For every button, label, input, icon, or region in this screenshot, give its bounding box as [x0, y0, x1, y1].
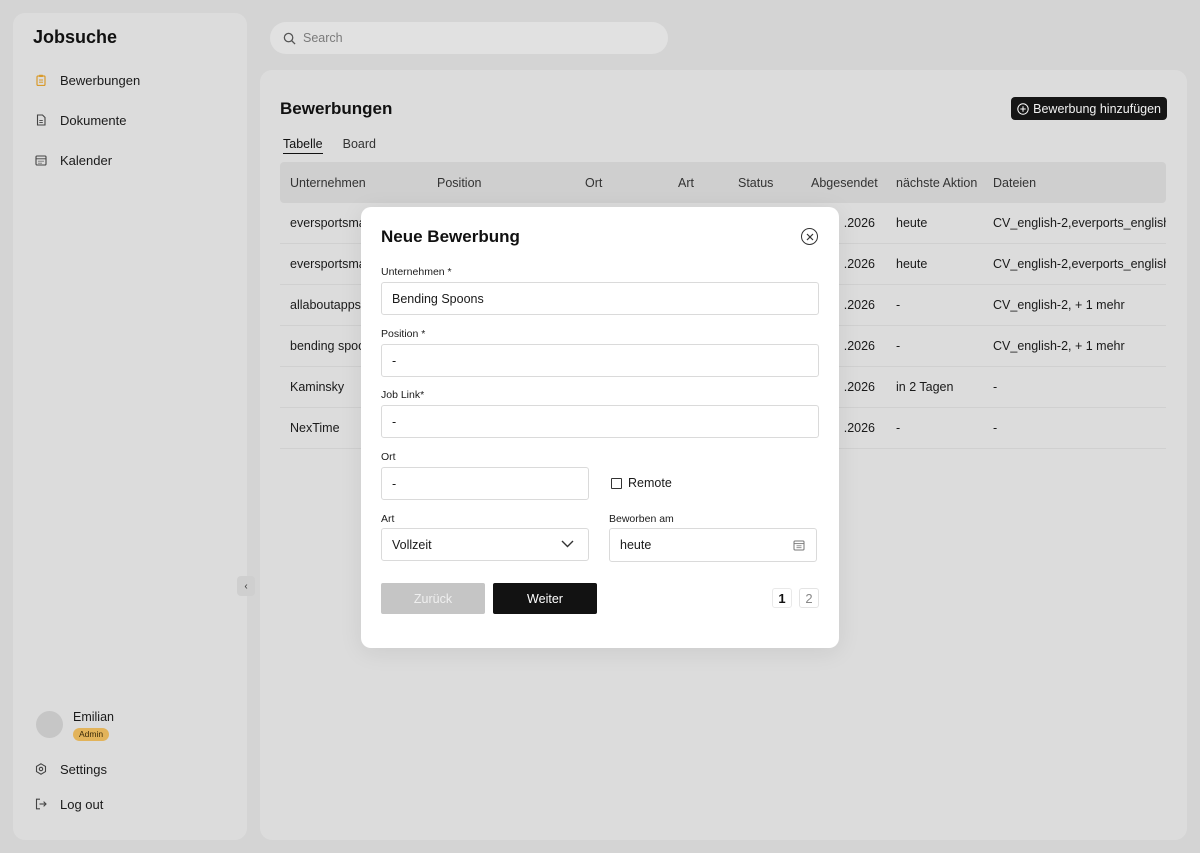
modal-title: Neue Bewerbung — [381, 227, 520, 246]
close-icon — [806, 233, 813, 240]
beworben-am-field[interactable] — [609, 528, 817, 562]
beworben-am-input[interactable] — [620, 538, 797, 552]
job-link-field[interactable] — [381, 405, 819, 438]
chevron-down-icon — [561, 540, 574, 548]
position-label: Position * — [381, 328, 426, 340]
job-link-input[interactable] — [392, 414, 776, 429]
ort-label: Ort — [381, 451, 396, 463]
ort-input[interactable] — [392, 476, 569, 491]
page-1-button[interactable]: 1 — [772, 588, 792, 608]
modal-close-button[interactable] — [801, 228, 818, 245]
unternehmen-label: Unternehmen * — [381, 266, 452, 278]
position-field[interactable] — [381, 344, 819, 377]
next-button[interactable]: Weiter — [493, 583, 597, 614]
new-application-modal: Neue Bewerbung Unternehmen * Position * … — [361, 207, 839, 648]
unternehmen-field[interactable] — [381, 282, 819, 315]
unternehmen-input[interactable] — [392, 291, 776, 306]
position-input[interactable] — [392, 353, 776, 368]
back-button[interactable]: Zurück — [381, 583, 485, 614]
art-selected-value: Vollzeit — [392, 537, 432, 552]
modal-pagination: 1 2 — [765, 588, 819, 608]
job-link-label: Job Link* — [381, 389, 425, 401]
art-select[interactable]: Vollzeit — [381, 528, 589, 561]
remote-label: Remote — [628, 476, 672, 490]
beworben-am-label: Beworben am — [609, 513, 674, 525]
ort-field[interactable] — [381, 467, 589, 500]
art-label: Art — [381, 513, 395, 525]
page-2-button[interactable]: 2 — [799, 588, 819, 608]
calendar-icon[interactable] — [793, 539, 805, 551]
remote-checkbox[interactable] — [611, 477, 622, 489]
remote-option[interactable]: Remote — [611, 476, 672, 490]
